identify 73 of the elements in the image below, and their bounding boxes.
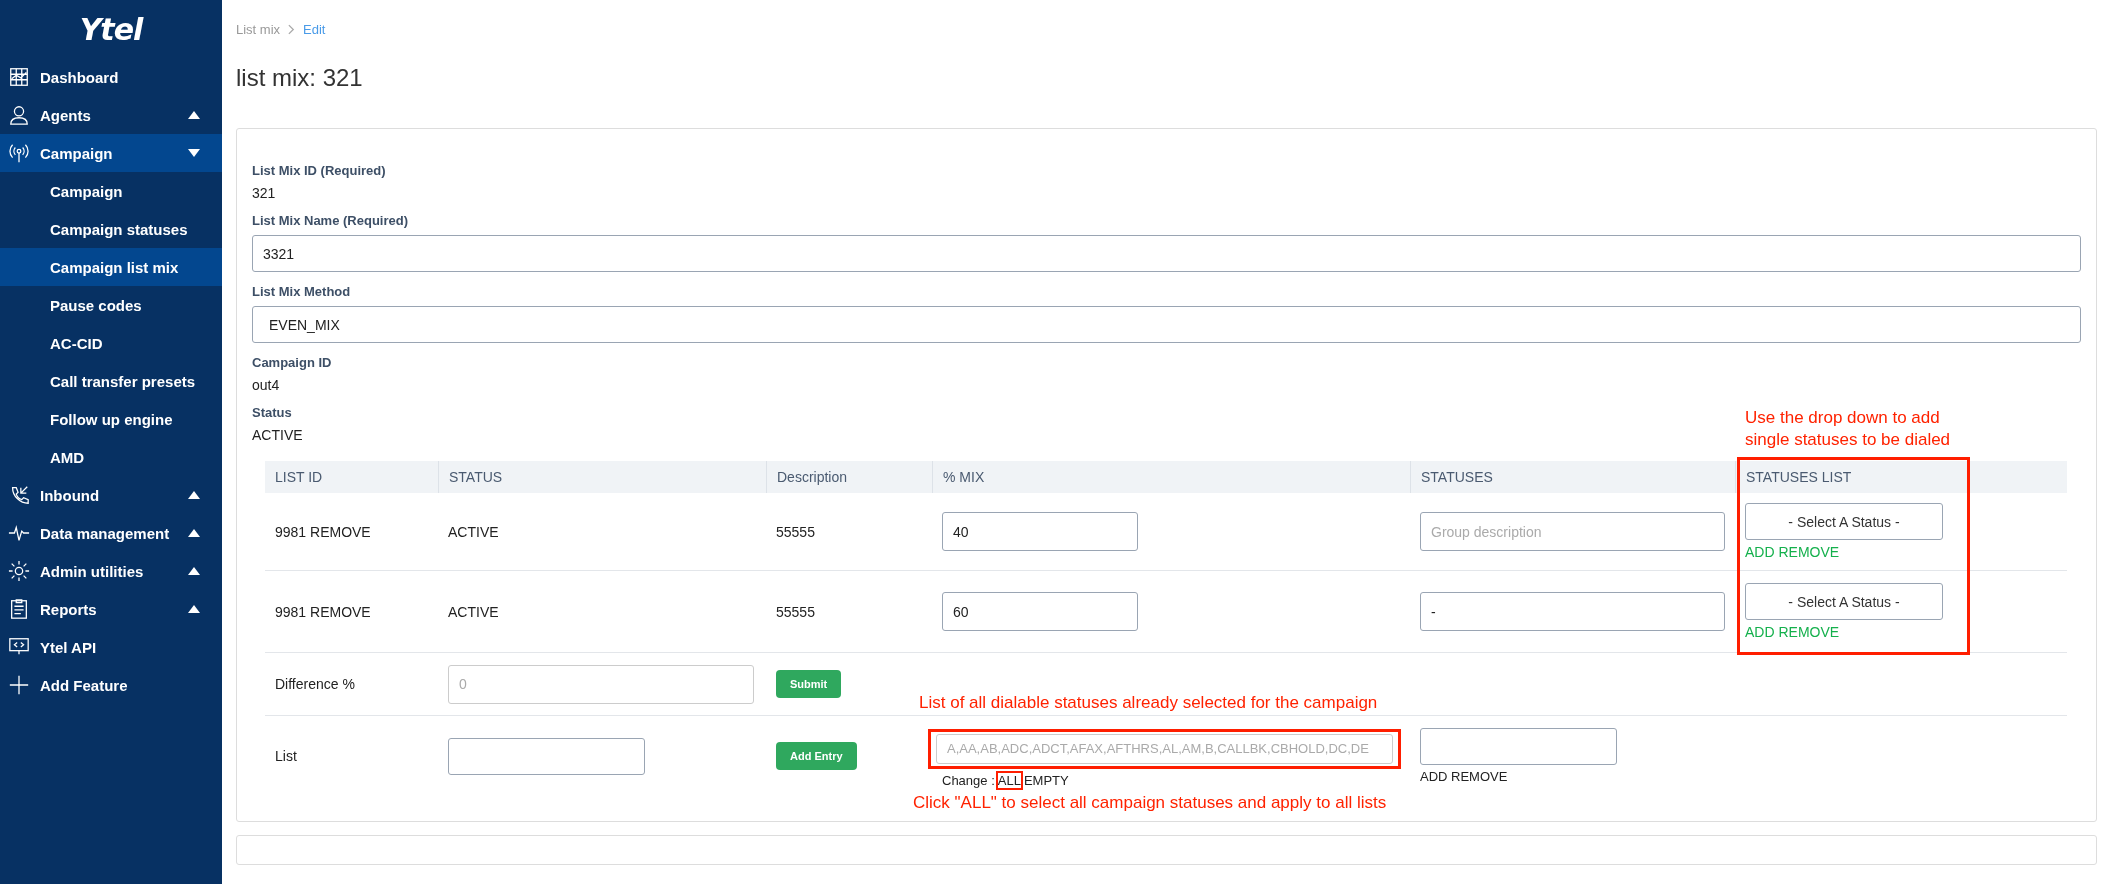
sidebar-subitem[interactable]: Campaign — [0, 172, 222, 210]
change-label: Change : — [942, 772, 995, 788]
sidebar-subitem[interactable]: AC-CID — [0, 324, 222, 362]
signal-icon — [8, 142, 30, 164]
row-label: List — [275, 748, 297, 764]
caret-icon — [188, 491, 200, 499]
field-value: out4 — [252, 377, 280, 393]
annotation-text: Use the drop down to add single statuses to be dialed — [1745, 407, 1952, 451]
caret-icon — [188, 149, 200, 157]
chevron-icon — [288, 23, 296, 35]
sidebar-item[interactable]: Campaign — [0, 134, 222, 172]
statuses-input[interactable]: - — [1420, 592, 1725, 631]
clipboard-icon — [8, 598, 30, 620]
table-cell: 55555 — [776, 603, 815, 620]
sidebar-subitem[interactable]: AMD — [0, 438, 222, 476]
sidebar-item[interactable]: Reports — [0, 590, 222, 628]
mix-input[interactable]: 60 — [942, 592, 1138, 631]
caret-icon — [188, 111, 200, 119]
empty-link[interactable]: EMPTY — [1023, 772, 1069, 788]
person-icon — [8, 104, 30, 126]
list-input[interactable] — [448, 737, 645, 775]
annotation-text: List of all dialable statuses already selected for the campaign — [919, 692, 1378, 714]
field-label: List Mix Method — [252, 284, 351, 299]
status-select[interactable]: - Select A Status - — [1745, 583, 1943, 620]
column-header: STATUSES — [1410, 461, 1735, 493]
column-header: STATUS — [438, 461, 766, 493]
field-label: List Mix ID (Required) — [252, 163, 386, 178]
field-label: List Mix Name (Required) — [252, 213, 409, 228]
plus-icon — [8, 674, 30, 696]
sidebar-subitem[interactable]: Call transfer presets — [0, 362, 222, 400]
sidebar-subitem[interactable]: Campaign list mix — [0, 248, 222, 286]
status-select[interactable]: - Select A Status - — [1745, 503, 1943, 540]
mix-input[interactable]: 40 — [942, 512, 1138, 551]
sidebar-subitem[interactable]: Campaign statuses — [0, 210, 222, 248]
sidebar-item[interactable]: Ytel API — [0, 628, 222, 666]
table-cell: 9981 REMOVE — [275, 523, 371, 540]
caret-icon — [188, 529, 200, 537]
statuses-input[interactable]: Group description — [1420, 512, 1725, 551]
table-cell: 55555 — [776, 523, 815, 540]
method-select[interactable]: EVEN_MIX — [252, 306, 2081, 343]
column-header: LIST ID — [274, 468, 324, 487]
caret-icon — [188, 605, 200, 613]
sidebar-subitem[interactable]: Follow up engine — [0, 400, 222, 438]
column-header: STATUSES LIST — [1735, 461, 2067, 493]
gear-icon — [8, 560, 30, 582]
logo[interactable]: Ytel — [0, 0, 222, 58]
sidebar-item[interactable]: Agents — [0, 96, 222, 134]
sidebar-subitem[interactable]: Pause codes — [0, 286, 222, 324]
chart-icon — [8, 66, 30, 88]
table-cell: 9981 REMOVE — [275, 603, 371, 620]
field-value: 321 — [252, 185, 276, 201]
sidebar-item[interactable]: Inbound — [0, 476, 222, 514]
column-header: % MIX — [932, 461, 1410, 493]
table-cell: ACTIVE — [448, 603, 499, 620]
add-remove-link[interactable]: ADD REMOVE — [1420, 769, 1508, 784]
column-header: Description — [766, 461, 932, 493]
annotation-text: Click "ALL" to select all campaign statuses and apply to all lists — [913, 792, 1387, 814]
difference-input[interactable]: 0 — [448, 664, 754, 704]
sidebar-item[interactable]: Data management — [0, 514, 222, 552]
sidebar-item[interactable]: Dashboard — [0, 58, 222, 96]
sidebar-item[interactable]: Add Feature — [0, 666, 222, 704]
all-link[interactable]: ALL — [997, 772, 1021, 788]
table-cell: ACTIVE — [448, 523, 499, 540]
caret-icon — [188, 567, 200, 575]
name-input[interactable]: 3321 — [252, 235, 2081, 272]
field-value: ACTIVE — [252, 427, 303, 443]
page-title: list mix: 321 — [236, 64, 364, 93]
row-label: Difference % — [275, 676, 355, 692]
field-label: Status — [252, 405, 292, 420]
field-label: Campaign ID — [252, 355, 332, 370]
statuses-input[interactable] — [1420, 728, 1617, 765]
sidebar-item[interactable]: Admin utilities — [0, 552, 222, 590]
statuses-input[interactable]: A,AA,AB,ADC,ADCT,AFAX,AFTHRS,AL,AM,B,CALLBK,CBHOLD,DC,DE — [936, 733, 1393, 764]
